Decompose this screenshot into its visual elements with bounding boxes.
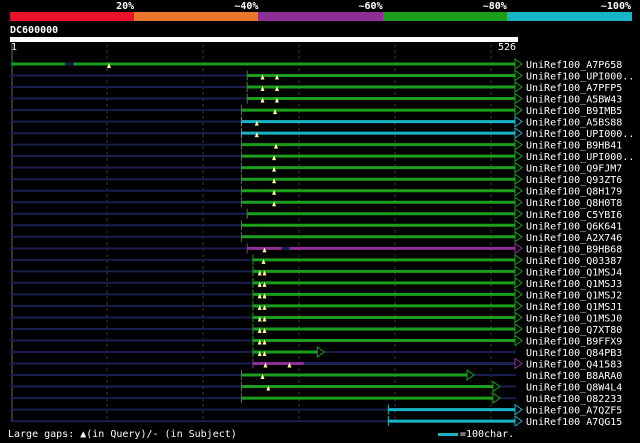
hit-label: UniRef100_Q1MSJ0 [526, 313, 622, 324]
hit-end-arrow [316, 346, 326, 358]
hit-end-arrow [492, 380, 501, 393]
hit-label: UniRef100_Q1MSJ3 [526, 279, 622, 290]
hit-label: UniRef100_C5YBI6 [526, 210, 622, 221]
hit-label: UniRef100_Q6K641 [526, 221, 622, 232]
hit-label: UniRef100_Q1MSJ1 [526, 302, 622, 313]
hit-end-arrow [514, 311, 523, 324]
scale-label: ~60% [358, 1, 383, 12]
hit-end-arrow [514, 138, 523, 151]
hit-end-arrow [514, 92, 523, 105]
hit-label: UniRef100_A7P658 [526, 60, 622, 71]
hit-end-arrow [514, 184, 523, 197]
hit-end-arrow [514, 288, 523, 301]
hit-end-arrow [514, 219, 523, 232]
scale-label: 20% [116, 1, 135, 12]
hit-label: UniRef100_Q1MSJ4 [526, 267, 622, 278]
hit-end-arrow [492, 392, 501, 405]
hit-end-arrow [514, 265, 523, 278]
hit-label: UniRef100_O82233 [526, 394, 622, 405]
scale-band [382, 12, 508, 21]
hit-end-arrow [514, 334, 523, 347]
hit-end-arrow [514, 357, 523, 370]
hit-label: UniRef100_UPI000.. [526, 152, 634, 163]
hit-end-arrow [514, 322, 523, 335]
scale-label: ~80% [482, 1, 507, 12]
hit-end-arrow [514, 58, 523, 70]
scale-band [10, 12, 136, 21]
alignment-plot: UniRef100_A7P658UniRef100_UPI000..UniRef… [10, 44, 634, 426]
hit-label: UniRef100_A7QZF5 [526, 406, 622, 417]
hit-end-arrow [466, 369, 475, 382]
hit-label: UniRef100_Q1MSJ2 [526, 290, 622, 301]
hit-label: UniRef100_Q93ZT6 [526, 175, 622, 186]
hit-label: UniRef100_Q8W4L4 [526, 383, 622, 394]
hit-label: UniRef100_A7PFP5 [526, 83, 622, 94]
hit-end-arrow [514, 403, 523, 416]
hit-end-arrow [514, 173, 523, 186]
scale-band [134, 12, 260, 21]
scale-legend: =100char. [438, 429, 514, 441]
hit-end-arrow [514, 81, 523, 94]
hit-label: UniRef100_A5BW43 [526, 95, 622, 106]
scale-band [506, 12, 632, 21]
scale-swatch [438, 432, 458, 436]
hit-end-arrow [514, 69, 523, 82]
hit-end-arrow [514, 253, 523, 266]
hit-end-arrow [514, 150, 523, 163]
scale-label: ~40% [234, 1, 259, 12]
footer-legend-text: Large gaps: ▲(in Query)/- (in Subject) [8, 429, 237, 440]
hit-label: UniRef100_A2X746 [526, 233, 622, 244]
hit-label: UniRef100_Q7XT80 [526, 325, 622, 336]
hit-end-arrow [514, 415, 523, 426]
hit-end-arrow [514, 115, 523, 128]
identity-scale: 20% ~40% ~60% ~80% ~100% [10, 0, 632, 22]
hit-label: UniRef100_B9FFX9 [526, 336, 622, 347]
hit-end-arrow [514, 230, 523, 243]
hit-label: UniRef100_Q03387 [526, 256, 622, 267]
hit-label: UniRef100_B9HB68 [526, 244, 622, 255]
scale-band [258, 12, 384, 21]
hit-end-arrow [514, 196, 523, 209]
hit-label: UniRef100_B9IMB5 [526, 106, 622, 117]
hit-end-arrow [514, 276, 523, 289]
scale-legend-label: =100char. [460, 429, 515, 440]
hit-label: UniRef100_B8ARA0 [526, 371, 622, 382]
hit-label: UniRef100_Q8H0T8 [526, 198, 622, 209]
scale-label: ~100% [600, 1, 631, 12]
hit-label: UniRef100_B9HB41 [526, 141, 622, 152]
hit-end-arrow [514, 242, 523, 255]
hit-end-arrow [514, 207, 523, 220]
hit-label: UniRef100_Q8H179 [526, 187, 622, 198]
hit-end-arrow [514, 127, 523, 140]
hit-end-arrow [514, 299, 523, 312]
hit-end-arrow [514, 161, 523, 174]
hit-label: UniRef100_Q84PB3 [526, 348, 622, 359]
hit-end-arrow [514, 104, 523, 117]
hit-label: UniRef100_Q9FJM7 [526, 164, 622, 175]
hit-label: UniRef100_UPI000.. [526, 72, 634, 83]
hit-label: UniRef100_A5BS88 [526, 118, 622, 129]
hit-label: UniRef100_UPI000.. [526, 129, 634, 140]
hit-label: UniRef100_A7QG15 [526, 417, 622, 426]
hit-label: UniRef100_Q41583 [526, 360, 622, 371]
